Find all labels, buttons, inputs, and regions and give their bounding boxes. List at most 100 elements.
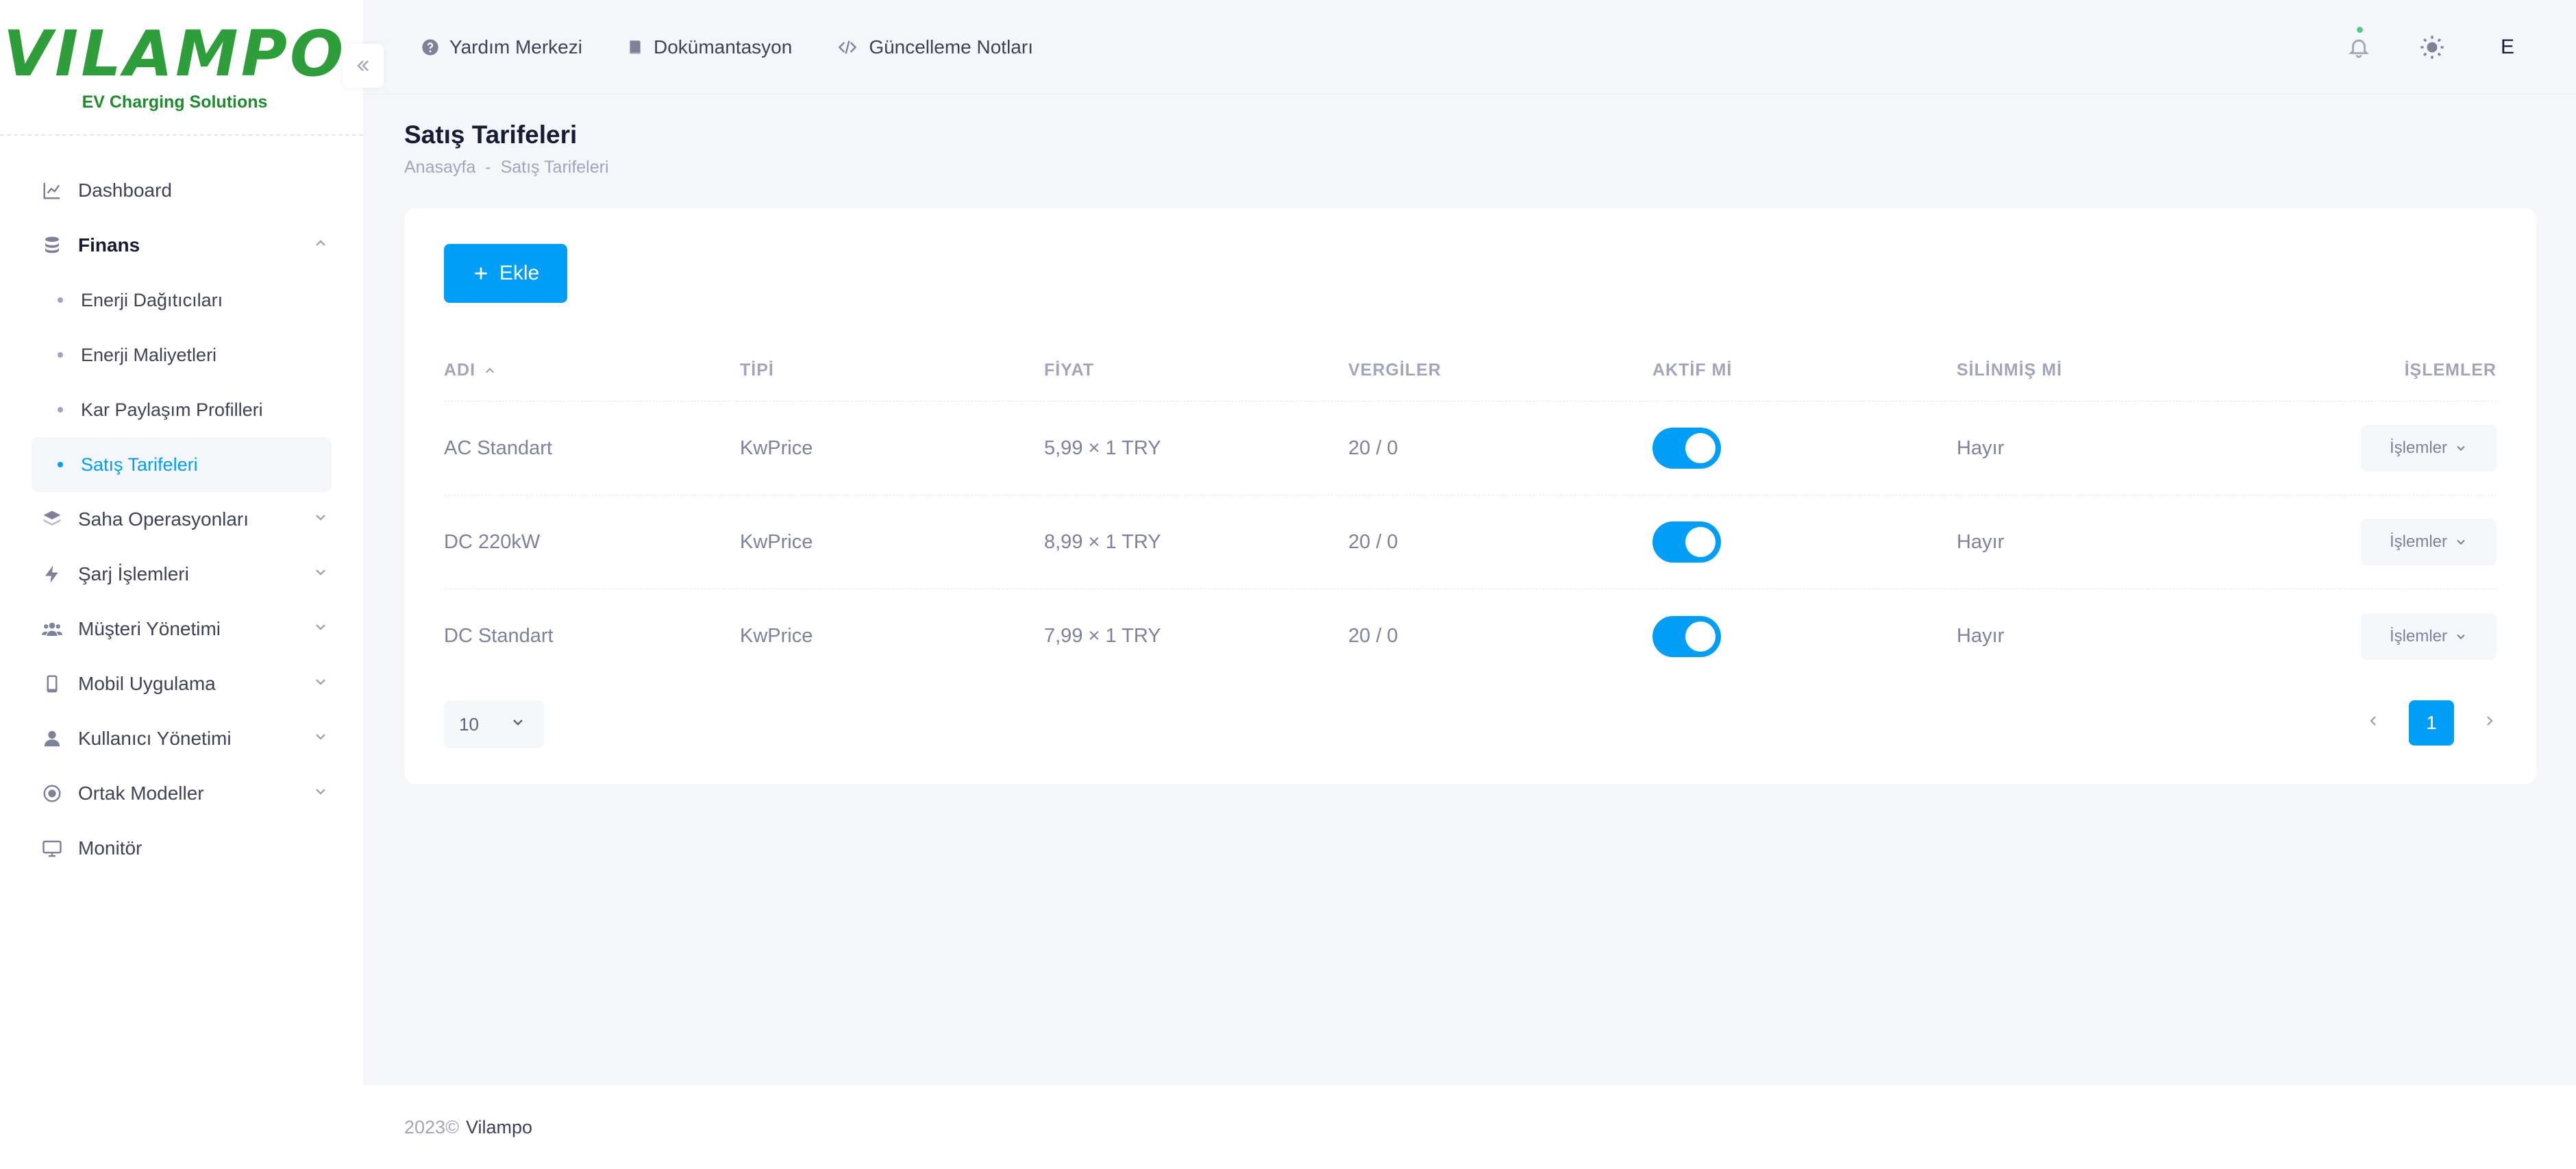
user-icon	[38, 725, 66, 752]
chevron-left-icon	[2370, 716, 2376, 726]
plus-icon	[475, 267, 487, 280]
chevron-right-icon	[2487, 716, 2493, 726]
notifications-button[interactable]	[2347, 27, 2370, 60]
sidebar-collapse-button[interactable]	[343, 44, 384, 88]
sidebar-item-dashboard[interactable]: Dashboard	[32, 163, 332, 218]
toggle-knob	[1685, 527, 1716, 557]
page-size-select[interactable]: 10	[444, 700, 544, 748]
chevron-down-icon	[2457, 539, 2465, 545]
sidebar-item-label: Kullanıcı Yönetimi	[78, 728, 232, 749]
sidebar-subitem-enerji-maliyetleri[interactable]: Enerji Maliyetleri	[32, 328, 332, 382]
help-center-label: Yardım Merkezi	[449, 36, 582, 58]
chevron-down-icon	[312, 619, 329, 640]
column-header-taxes[interactable]: VERGİLER	[1348, 360, 1652, 380]
sidebar-item-sarj-islemleri[interactable]: Şarj İşlemleri	[32, 547, 332, 602]
documentation-link[interactable]: Dokümantasyon	[626, 36, 792, 58]
toggle-knob	[1685, 433, 1716, 463]
active-toggle[interactable]	[1652, 615, 1721, 657]
sidebar-subitem-label: Kar Paylaşım Profilleri	[81, 399, 263, 420]
sidebar-menu: Dashboard Finans Enerji Dağıtıcıları Ene…	[0, 136, 363, 876]
footer-brand-link[interactable]: Vilampo	[466, 1117, 532, 1138]
theme-toggle-button[interactable]	[2418, 34, 2446, 61]
sidebar-subitem-label: Enerji Maliyetleri	[81, 344, 217, 365]
logo-text: VILAMPO	[3, 16, 347, 90]
cell-taxes: 20 / 0	[1348, 436, 1398, 459]
sidebar-item-mobil-uygulama[interactable]: Mobil Uygulama	[32, 656, 332, 711]
page-number-button[interactable]: 1	[2409, 700, 2454, 746]
sidebar-item-finans[interactable]: Finans	[32, 218, 332, 273]
sidebar-subitem-label: Satış Tarifeleri	[81, 454, 198, 475]
sidebar-item-kullanici-yonetimi[interactable]: Kullanıcı Yönetimi	[32, 711, 332, 766]
chevron-down-icon	[2457, 445, 2465, 451]
active-toggle[interactable]	[1652, 521, 1721, 563]
cell-deleted: Hayır	[1957, 436, 2005, 459]
chevron-down-icon	[312, 674, 329, 695]
notification-dot	[2357, 27, 2363, 33]
sidebar-item-saha-operasyonlari[interactable]: Saha Operasyonları	[32, 492, 332, 547]
previous-page-button[interactable]	[2365, 711, 2381, 735]
bullet-icon	[58, 297, 63, 303]
chevron-down-icon	[312, 783, 329, 804]
users-icon	[38, 615, 66, 643]
actions-dropdown-button[interactable]: İşlemler	[2361, 425, 2497, 471]
release-notes-link[interactable]: Güncelleme Notları	[836, 36, 1033, 58]
sidebar-subitem-kar-paylasim-profilleri[interactable]: Kar Paylaşım Profilleri	[32, 382, 332, 437]
sidebar-item-label: Şarj İşlemleri	[78, 563, 189, 584]
cell-price: 5,99 × 1 TRY	[1044, 436, 1161, 459]
header-actions: E	[2347, 0, 2521, 95]
phone-icon	[38, 670, 66, 698]
sun-icon	[2420, 36, 2444, 59]
toggle-knob	[1685, 621, 1716, 652]
content-card: Ekle ADI TİPİ FİYAT VERGİLER AKTİF Mİ Sİ…	[404, 208, 2536, 784]
logo-subtitle: EV Charging Solutions	[82, 92, 268, 112]
chevron-down-icon	[2457, 634, 2465, 639]
monitor-icon	[38, 835, 66, 862]
sidebar-item-label: Mobil Uygulama	[78, 673, 216, 694]
sidebar-subitem-label: Enerji Dağıtıcıları	[81, 289, 223, 310]
logo[interactable]: VILAMPO EV Charging Solutions	[0, 0, 363, 136]
actions-label: İşlemler	[2389, 439, 2447, 457]
next-page-button[interactable]	[2481, 711, 2498, 735]
documentation-label: Dokümantasyon	[653, 36, 793, 58]
pagination: 1	[2365, 700, 2498, 746]
sidebar-item-label: Finans	[78, 234, 140, 256]
actions-dropdown-button[interactable]: İşlemler	[2361, 519, 2497, 565]
layers-icon	[38, 506, 66, 533]
page-title: Satış Tarifeleri	[404, 121, 578, 149]
cell-type: KwPrice	[740, 530, 813, 553]
help-circle-icon	[421, 38, 440, 57]
cell-type: KwPrice	[740, 436, 813, 459]
column-header-label: ADI	[444, 360, 476, 380]
chevron-down-icon	[510, 714, 526, 735]
sidebar-item-monitor[interactable]: Monitör	[32, 821, 332, 876]
sidebar-subitem-satis-tarifeleri[interactable]: Satış Tarifeleri	[32, 437, 332, 492]
actions-label: İşlemler	[2389, 532, 2447, 551]
footer-year: 2023©	[404, 1116, 459, 1137]
sidebar-subitem-enerji-dagiticilari[interactable]: Enerji Dağıtıcıları	[32, 273, 332, 328]
table-row: AC Standart KwPrice 5,99 × 1 TRY 20 / 0 …	[444, 402, 2497, 495]
breadcrumb-home[interactable]: Anasayfa	[404, 158, 475, 177]
add-button[interactable]: Ekle	[444, 244, 567, 303]
cell-taxes: 20 / 0	[1348, 530, 1398, 553]
column-header-type[interactable]: TİPİ	[740, 360, 1044, 380]
cell-active	[1652, 615, 1957, 657]
help-center-link[interactable]: Yardım Merkezi	[421, 36, 582, 58]
cell-actions: İşlemler	[2261, 613, 2497, 660]
cell-taxes: 20 / 0	[1348, 625, 1398, 647]
active-toggle[interactable]	[1652, 428, 1721, 469]
column-header-deleted[interactable]: SİLİNMİŞ Mİ	[1957, 360, 2261, 380]
chevron-down-icon	[312, 509, 329, 530]
footer: 2023© Vilampo	[363, 1085, 2576, 1169]
sidebar-item-musteri-yonetimi[interactable]: Müşteri Yönetimi	[32, 602, 332, 656]
sidebar-item-ortak-modeller[interactable]: Ortak Modeller	[32, 766, 332, 821]
column-header-price[interactable]: FİYAT	[1044, 360, 1348, 380]
actions-dropdown-button[interactable]: İşlemler	[2361, 613, 2497, 660]
column-header-name[interactable]: ADI	[444, 360, 740, 380]
column-header-active[interactable]: AKTİF Mİ	[1652, 360, 1957, 380]
add-button-label: Ekle	[499, 262, 540, 284]
chevron-down-icon	[312, 728, 329, 750]
user-avatar[interactable]: E	[2494, 36, 2521, 59]
release-notes-label: Güncelleme Notları	[869, 36, 1033, 58]
book-icon	[626, 38, 644, 57]
cell-name: AC Standart	[444, 436, 552, 459]
